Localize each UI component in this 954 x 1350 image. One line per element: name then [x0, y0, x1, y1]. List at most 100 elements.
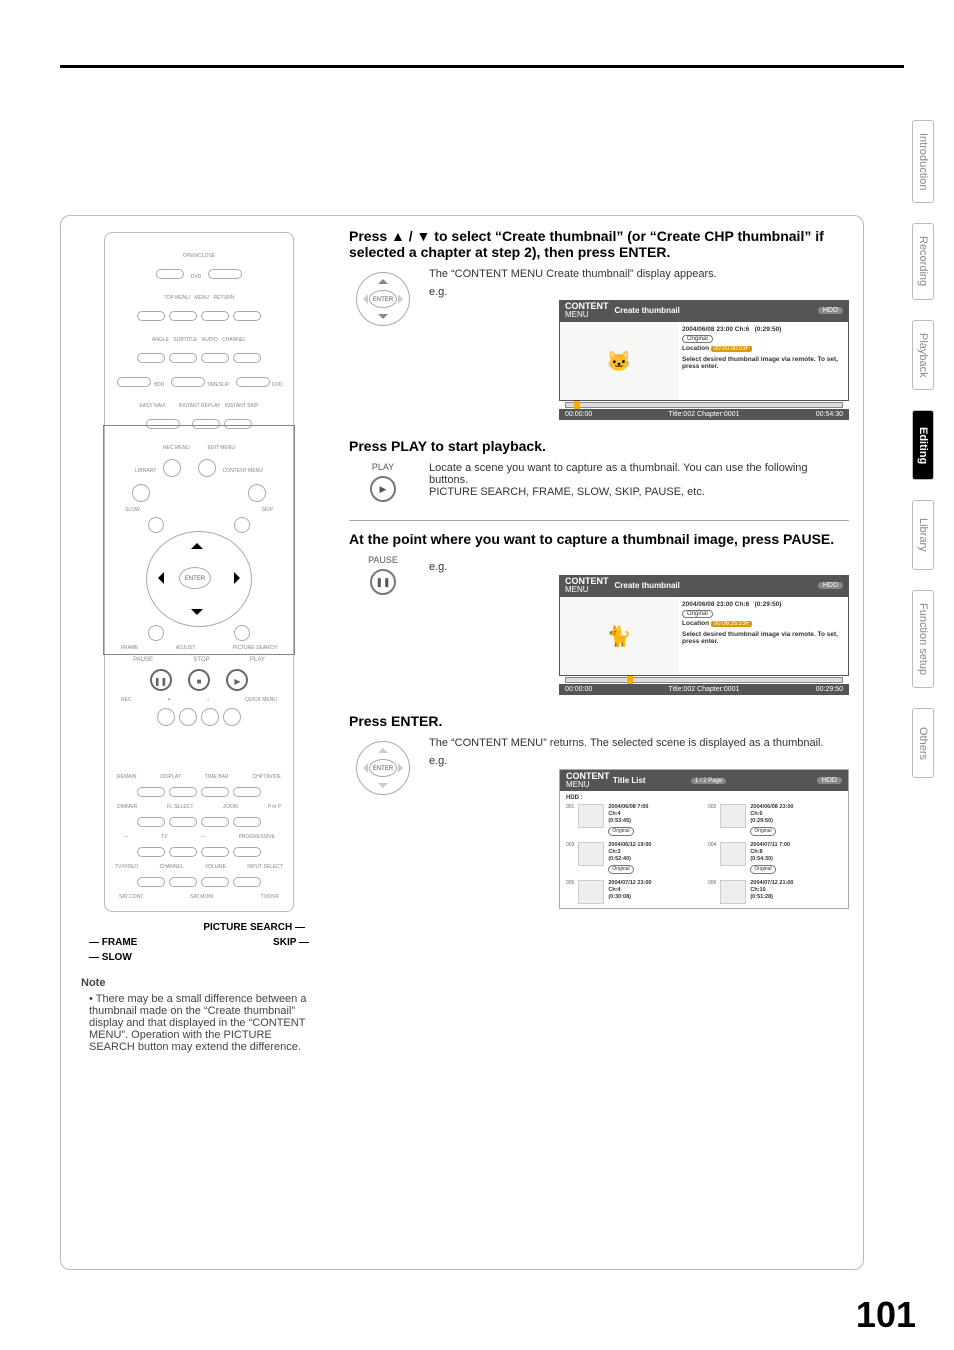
l: PROGRESSIVE [239, 834, 275, 840]
l: AUDIO [202, 337, 218, 343]
title-list-item: 0012004/06/08 7:00Ch:4(0:53:45)Original [566, 804, 700, 838]
location-value: 00:06:25:23F [711, 621, 752, 627]
extend-button [179, 708, 197, 726]
l: 00:00:00 [565, 411, 592, 418]
dpad-mini-icon: ENTER [352, 737, 414, 799]
title-list-item: 0022004/06/08 23:00Ch:6(0:29:50)Original [708, 804, 842, 838]
l: TIMESLIP [207, 382, 230, 388]
l: PLAY [250, 657, 265, 663]
l: 00:29:50 [816, 686, 843, 693]
eg-label: e.g. [429, 561, 849, 573]
b [169, 847, 197, 857]
remote-diagram: OPEN/CLOSE DVD TOP MENU MENU RETURN ANGL… [104, 232, 294, 912]
b [233, 817, 261, 827]
title-list-heading: Title List [613, 776, 646, 785]
l: MENU [565, 310, 589, 319]
side-tabs: Introduction Recording Playback Editing … [912, 120, 934, 778]
hdd-button [117, 377, 151, 387]
slow-rev-button [148, 517, 164, 533]
l: DISPLAY [160, 774, 181, 780]
b [137, 787, 165, 797]
title-list-item: 0052004/07/12 23:00Ch:4(0:30:08) [566, 880, 700, 904]
title-list-screen: CONTENTMENU Title List1 / 2 PageHDD HDD … [559, 769, 849, 909]
l: TIME BAR [205, 774, 229, 780]
b [137, 847, 165, 857]
l: ZOOM [223, 804, 238, 810]
tab-function-setup[interactable]: Function setup [912, 590, 934, 688]
l: DIMMER [117, 804, 137, 810]
eg-label: e.g. [429, 755, 849, 767]
original-badge: Original [682, 335, 713, 343]
drive-badge: HDD [817, 777, 842, 784]
callout-frame: FRAME [102, 937, 138, 948]
l: QUICK MENU [245, 697, 277, 703]
b [233, 787, 261, 797]
dvd-button [236, 377, 270, 387]
drive-badge: HDD [818, 307, 843, 314]
step-2-desc2: PICTURE SEARCH, FRAME, SLOW, SKIP, PAUSE… [429, 486, 849, 498]
l: CHANNEL [160, 864, 184, 870]
l: Title:002 Chapter:0001 [669, 686, 740, 693]
callout-picture-search: PICTURE SEARCH [203, 922, 292, 933]
tab-introduction[interactable]: Introduction [912, 120, 934, 203]
osd-screen-2: CONTENTMENUCreate thumbnailHDD 🐈 2004/06… [559, 575, 849, 695]
menu-button [169, 311, 197, 321]
location-value: 00:00:00:03F [711, 346, 752, 352]
tab-others[interactable]: Others [912, 708, 934, 778]
l: MENU [565, 585, 589, 594]
b [137, 877, 165, 887]
l: SAT.CONT. [119, 894, 144, 900]
top-menu-button [137, 311, 165, 321]
b [201, 817, 229, 827]
thumbnail-preview: 🐱 [560, 322, 678, 400]
drive-badge: HDD [818, 582, 843, 589]
b [169, 787, 197, 797]
remote-callouts: PICTURE SEARCH — — FRAME SKIP — — SLOW [69, 922, 329, 963]
b [137, 817, 165, 827]
quick-menu-button [223, 708, 241, 726]
b [201, 877, 229, 887]
tab-library[interactable]: Library [912, 500, 934, 570]
b [201, 847, 229, 857]
step-4-heading: Press ENTER. [349, 713, 849, 729]
l: 00:54:30 [816, 411, 843, 418]
enter-label: ENTER [369, 290, 397, 308]
l: 2004/06/08 23:00 Ch:6 [682, 601, 749, 608]
timeslip-button [171, 377, 205, 387]
enter-button: ENTER [179, 567, 211, 589]
l: TV [161, 834, 167, 840]
pause-label: PAUSE [368, 555, 398, 565]
b [169, 817, 197, 827]
l: DVD [272, 382, 283, 388]
l: REC [121, 697, 132, 703]
dpad-mini-icon: ENTER [352, 268, 414, 330]
l: 2004/06/08 23:00 Ch:6 [682, 326, 749, 333]
l: VOLUME [205, 864, 226, 870]
drive-label: HDD : [566, 795, 842, 801]
dpad: ENTER [134, 519, 264, 639]
note-heading: Note [81, 977, 317, 989]
l: INPUT SELECT [247, 864, 283, 870]
b [233, 877, 261, 887]
l: Title:002 Chapter:0001 [669, 411, 740, 418]
skip-fwd-button [234, 517, 250, 533]
callout-skip: SKIP [273, 937, 296, 948]
tab-editing[interactable]: Editing [912, 410, 934, 480]
tab-playback[interactable]: Playback [912, 320, 934, 391]
b [169, 877, 197, 887]
osd-hint: Select desired thumbnail image via remot… [682, 631, 844, 645]
l: ANGLE [152, 337, 169, 343]
l: P in P [268, 804, 281, 810]
tab-recording[interactable]: Recording [912, 223, 934, 299]
stop-button: ■ [188, 669, 210, 691]
frame-rev-button [148, 625, 164, 641]
play-label: PLAY [372, 462, 394, 472]
l: TV/VIDEO [115, 864, 138, 870]
original-badge: Original [682, 610, 713, 618]
l: (0:29:50) [755, 326, 782, 333]
pause-icon: ❚❚ [370, 569, 396, 595]
page-number: 101 [856, 1294, 916, 1336]
osd-screen-1: CONTENTMENUCreate thumbnailHDD 🐱 2004/06… [559, 300, 849, 420]
step-2-desc1: Locate a scene you want to capture as a … [429, 462, 849, 486]
l: MENU [566, 780, 590, 789]
